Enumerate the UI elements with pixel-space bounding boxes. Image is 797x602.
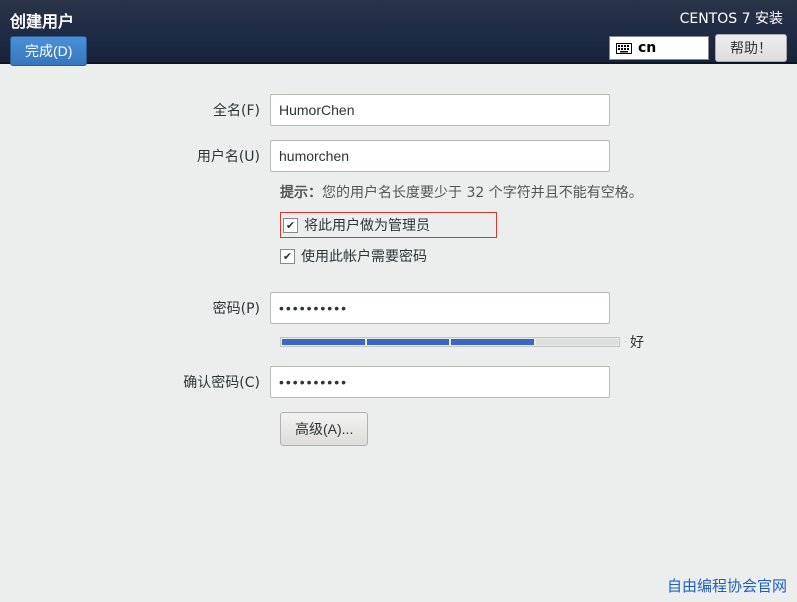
fullname-input[interactable]: [270, 94, 610, 126]
header-right: CENTOS 7 安装 cn 帮助！: [609, 8, 787, 56]
confirm-password-label: 确认密码(C): [0, 372, 270, 392]
admin-checkbox[interactable]: [283, 218, 298, 233]
password-strength-bar: [280, 337, 620, 347]
strength-segment: [282, 339, 365, 345]
done-button[interactable]: 完成(D): [10, 36, 87, 66]
password-strength-label: 好: [630, 332, 644, 352]
confirm-password-input[interactable]: [270, 366, 610, 398]
username-input[interactable]: [270, 140, 610, 172]
strength-segment: [536, 339, 619, 345]
strength-segment: [367, 339, 450, 345]
admin-highlight: 将此用户做为管理员: [280, 212, 497, 238]
username-label: 用户名(U): [0, 146, 270, 166]
installer-title: CENTOS 7 安装: [680, 8, 783, 28]
password-input[interactable]: [270, 292, 610, 324]
user-form: 全名(F) 用户名(U) 提示：您的用户名长度要少于 32 个字符并且不能有空格…: [0, 64, 797, 446]
header-left: 创建用户 完成(D): [10, 8, 87, 56]
keyboard-layout-selector[interactable]: cn: [609, 36, 709, 60]
keyboard-icon: [616, 43, 632, 54]
footer: 自由编程协会官网: [667, 575, 787, 596]
fullname-label: 全名(F): [0, 100, 270, 120]
admin-checkbox-label[interactable]: 将此用户做为管理员: [304, 215, 490, 235]
footer-link[interactable]: 自由编程协会官网: [667, 577, 787, 595]
keyboard-layout-label: cn: [638, 40, 656, 56]
password-label: 密码(P): [0, 298, 270, 318]
require-password-checkbox[interactable]: [280, 249, 295, 264]
require-password-label[interactable]: 使用此帐户需要密码: [301, 246, 427, 266]
advanced-button[interactable]: 高级(A)...: [280, 412, 368, 446]
header-bar: 创建用户 完成(D) CENTOS 7 安装 cn 帮助！: [0, 0, 797, 64]
help-button[interactable]: 帮助！: [715, 34, 787, 62]
header-controls: cn 帮助！: [609, 34, 787, 62]
page-title: 创建用户: [10, 8, 87, 32]
strength-segment: [451, 339, 534, 345]
username-hint: 提示：您的用户名长度要少于 32 个字符并且不能有空格。: [280, 185, 643, 201]
